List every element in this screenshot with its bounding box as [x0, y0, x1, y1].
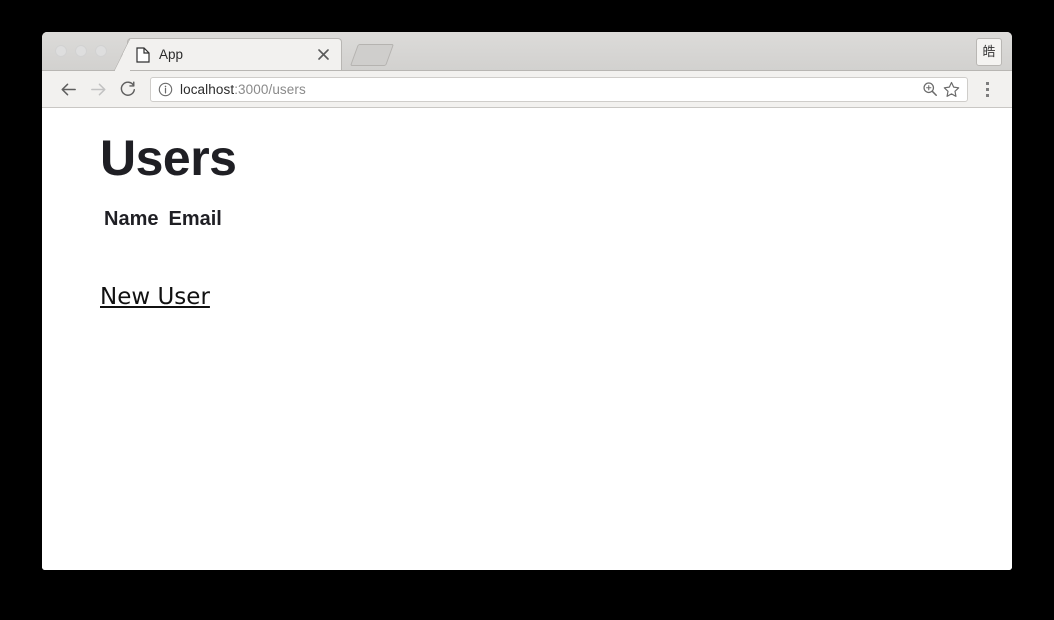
close-icon[interactable]	[315, 47, 331, 63]
window-controls	[55, 45, 107, 57]
menu-dot	[985, 81, 989, 85]
zoom-search-icon[interactable]	[920, 80, 939, 99]
url-text: localhost:3000/users	[180, 82, 917, 97]
window-minimize-button[interactable]	[75, 45, 87, 57]
document-icon	[136, 46, 150, 63]
column-header-name: Name	[104, 208, 159, 230]
star-icon[interactable]	[942, 80, 961, 99]
window-close-button[interactable]	[55, 45, 67, 57]
tab-strip: App 皓	[42, 32, 1012, 71]
page-content: Users Name Email New User	[42, 108, 1012, 570]
column-header-email: Email	[168, 208, 222, 230]
url-path: :3000/users	[234, 81, 306, 97]
window-maximize-button[interactable]	[95, 45, 107, 57]
new-user-link[interactable]: New User	[100, 284, 210, 310]
browser-tab-app[interactable]: App	[114, 38, 342, 71]
arrow-right-icon[interactable]	[84, 75, 112, 103]
profile-button[interactable]: 皓	[976, 38, 1002, 66]
tab-title: App	[159, 47, 184, 62]
info-circle-icon[interactable]	[158, 82, 173, 97]
table-header-row: Name Email	[104, 208, 227, 231]
arrow-left-icon[interactable]	[54, 75, 82, 103]
reload-icon[interactable]	[114, 75, 142, 103]
new-tab-icon[interactable]	[349, 44, 395, 66]
users-table: Name Email	[104, 208, 227, 231]
menu-dot	[985, 87, 989, 91]
address-bar[interactable]: localhost:3000/users	[150, 76, 968, 102]
menu-dot	[985, 93, 989, 97]
users-table-head: Name Email	[104, 208, 227, 231]
url-host: localhost	[180, 81, 235, 97]
browser-toolbar: localhost:3000/users	[42, 71, 1012, 108]
browser-window: App 皓 localhost:3000/users Users Name Em…	[42, 32, 1012, 570]
page-title: Users	[100, 130, 237, 186]
three-dot-menu-icon[interactable]	[974, 75, 1000, 103]
